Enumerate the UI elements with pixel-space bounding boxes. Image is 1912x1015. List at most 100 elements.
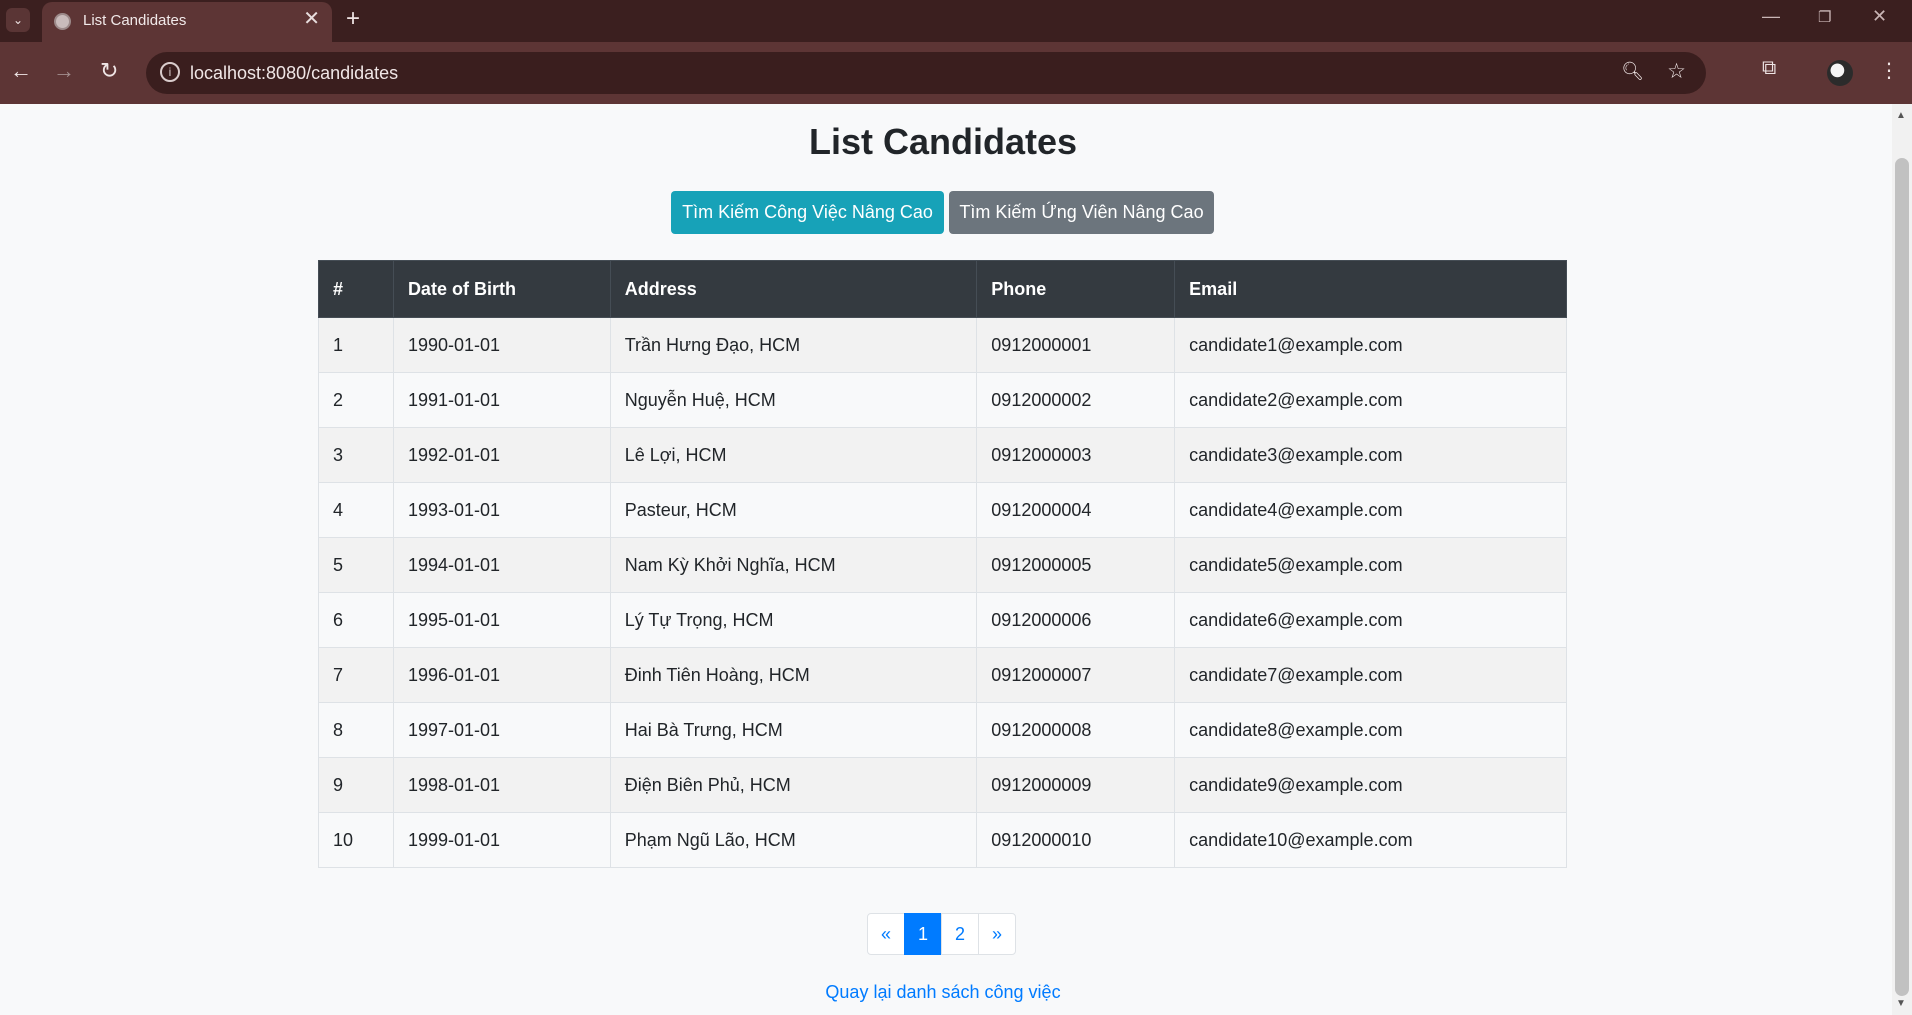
cell-dob: 1993-01-01 bbox=[392, 482, 611, 538]
cell-address: Nguyễn Huệ, HCM bbox=[609, 372, 978, 428]
globe-icon bbox=[54, 13, 71, 30]
pagination-page-2[interactable]: 2 bbox=[941, 913, 979, 955]
cell-address: Lê Lợi, HCM bbox=[609, 427, 978, 483]
page-scrollbar[interactable]: ▲ ▼ bbox=[1892, 104, 1912, 1015]
new-tab-button[interactable]: + bbox=[346, 5, 360, 33]
cell-email: candidate6@example.com bbox=[1174, 592, 1567, 648]
browser-tab-strip: ⌄ List Candidates ✕ + — ❐ ✕ bbox=[0, 0, 1912, 42]
cell-dob: 1995-01-01 bbox=[392, 592, 611, 648]
pagination-page-1[interactable]: 1 bbox=[904, 913, 942, 955]
cell-dob: 1996-01-01 bbox=[392, 647, 611, 703]
cell-dob: 1991-01-01 bbox=[392, 372, 611, 428]
pagination: « 1 2 » bbox=[867, 913, 1016, 955]
cell-address: Lý Tự Trọng, HCM bbox=[609, 592, 978, 648]
table-row: 9 1998-01-01 Điện Biên Phủ, HCM 0912000009 c… bbox=[318, 757, 1567, 813]
cell-phone: 0912000008 bbox=[976, 702, 1176, 758]
cell-phone: 0912000004 bbox=[976, 482, 1176, 538]
column-header-phone: Phone bbox=[976, 260, 1176, 318]
table-row: 3 1992-01-01 Lê Lợi, HCM 0912000003 candidat… bbox=[318, 427, 1567, 483]
cell-dob: 1998-01-01 bbox=[392, 757, 611, 813]
table-row: 10 1999-01-01 Phạm Ngũ Lão, HCM 0912000010 c… bbox=[318, 812, 1567, 868]
advanced-candidate-search-button[interactable]: Tìm Kiếm Ứng Viên Nâng Cao bbox=[949, 191, 1214, 234]
cell-address: Điện Biên Phủ, HCM bbox=[609, 757, 978, 813]
browser-toolbar: ← → ↻ i localhost:8080/candidates 🔍︎ ☆ bbox=[0, 42, 1912, 104]
cell-index: 6 bbox=[318, 592, 394, 648]
cell-address: Phạm Ngũ Lão, HCM bbox=[609, 812, 978, 868]
browser-tab[interactable]: List Candidates ✕ bbox=[42, 2, 332, 42]
cell-email: candidate2@example.com bbox=[1174, 372, 1567, 428]
cell-address: Đinh Tiên Hoàng, HCM bbox=[609, 647, 978, 703]
cell-email: candidate8@example.com bbox=[1174, 702, 1567, 758]
scroll-up-arrow-icon[interactable]: ▲ bbox=[1896, 110, 1906, 121]
table-row: 1 1990-01-01 Trần Hưng Đạo, HCM 0912000001 c… bbox=[318, 317, 1567, 373]
tab-title: List Candidates bbox=[83, 12, 187, 29]
cell-email: candidate5@example.com bbox=[1174, 537, 1567, 593]
cell-phone: 0912000002 bbox=[976, 372, 1176, 428]
cell-address: Hai Bà Trưng, HCM bbox=[609, 702, 978, 758]
column-header-dob: Date of Birth bbox=[392, 260, 611, 318]
cell-phone: 0912000009 bbox=[976, 757, 1176, 813]
restore-icon[interactable]: ❐ bbox=[1818, 8, 1831, 26]
cell-address: Nam Kỳ Khởi Nghĩa, HCM bbox=[609, 537, 978, 593]
cell-phone: 0912000003 bbox=[976, 427, 1176, 483]
cell-dob: 1990-01-01 bbox=[392, 317, 611, 373]
cell-email: candidate1@example.com bbox=[1174, 317, 1567, 373]
table-row: 4 1993-01-01 Pasteur, HCM 0912000004 candida… bbox=[318, 482, 1567, 538]
extensions-puzzle-icon[interactable]: ⧉ bbox=[1762, 57, 1776, 80]
browser-menu-icon[interactable]: ⋮ bbox=[1879, 58, 1899, 83]
zoom-icon[interactable]: 🔍︎ bbox=[1621, 61, 1644, 82]
site-info-icon[interactable]: i bbox=[160, 62, 180, 82]
url-text[interactable]: localhost:8080/candidates bbox=[190, 63, 398, 84]
close-tab-icon[interactable]: ✕ bbox=[303, 9, 320, 29]
cell-index: 5 bbox=[318, 537, 394, 593]
reload-icon[interactable]: ↻ bbox=[100, 58, 118, 84]
cell-phone: 0912000001 bbox=[976, 317, 1176, 373]
cell-email: candidate4@example.com bbox=[1174, 482, 1567, 538]
cell-index: 2 bbox=[318, 372, 394, 428]
pagination-next[interactable]: » bbox=[978, 913, 1016, 955]
table-row: 6 1995-01-01 Lý Tự Trọng, HCM 0912000006 can… bbox=[318, 592, 1567, 648]
forward-arrow-icon[interactable]: → bbox=[53, 58, 75, 84]
cell-index: 1 bbox=[318, 317, 394, 373]
cell-index: 4 bbox=[318, 482, 394, 538]
cell-dob: 1992-01-01 bbox=[392, 427, 611, 483]
table-row: 5 1994-01-01 Nam Kỳ Khởi Nghĩa, HCM 0912000… bbox=[318, 537, 1567, 593]
advanced-job-search-button[interactable]: Tìm Kiếm Công Việc Nâng Cao bbox=[671, 191, 944, 234]
cell-index: 10 bbox=[318, 812, 394, 868]
bookmark-star-icon[interactable]: ☆ bbox=[1667, 59, 1686, 84]
cell-email: candidate3@example.com bbox=[1174, 427, 1567, 483]
minimize-icon[interactable]: — bbox=[1762, 6, 1780, 27]
cell-dob: 1999-01-01 bbox=[392, 812, 611, 868]
table-header-row: # Date of Birth Address Phone Email bbox=[318, 260, 1567, 318]
back-arrow-icon[interactable]: ← bbox=[10, 58, 32, 84]
address-bar[interactable]: i localhost:8080/candidates 🔍︎ ☆ bbox=[146, 52, 1706, 94]
cell-index: 9 bbox=[318, 757, 394, 813]
cell-dob: 1994-01-01 bbox=[392, 537, 611, 593]
table-row: 8 1997-01-01 Hai Bà Trưng, HCM 0912000008 ca… bbox=[318, 702, 1567, 758]
cell-email: candidate9@example.com bbox=[1174, 757, 1567, 813]
table-body: 1 1990-01-01 Trần Hưng Đạo, HCM 0912000001 c… bbox=[318, 317, 1567, 868]
column-header-address: Address bbox=[609, 260, 978, 318]
tab-search-chevron-icon[interactable]: ⌄ bbox=[6, 8, 30, 32]
cell-phone: 0912000005 bbox=[976, 537, 1176, 593]
cell-index: 7 bbox=[318, 647, 394, 703]
page-title: List Candidates bbox=[808, 121, 1078, 162]
table-row: 2 1991-01-01 Nguyễn Huệ, HCM 0912000002 cand… bbox=[318, 372, 1567, 428]
cell-index: 8 bbox=[318, 702, 394, 758]
cell-dob: 1997-01-01 bbox=[392, 702, 611, 758]
window-close-icon[interactable]: ✕ bbox=[1872, 6, 1887, 27]
scroll-down-arrow-icon[interactable]: ▼ bbox=[1896, 998, 1906, 1009]
cell-address: Trần Hưng Đạo, HCM bbox=[609, 317, 978, 373]
table-row: 7 1996-01-01 Đinh Tiên Hoàng, HCM 091200000… bbox=[318, 647, 1567, 703]
cell-index: 3 bbox=[318, 427, 394, 483]
cell-address: Pasteur, HCM bbox=[609, 482, 978, 538]
cell-phone: 0912000006 bbox=[976, 592, 1176, 648]
profile-avatar[interactable] bbox=[1827, 60, 1853, 86]
cell-phone: 0912000007 bbox=[976, 647, 1176, 703]
scrollbar-thumb[interactable] bbox=[1895, 158, 1909, 996]
cell-phone: 0912000010 bbox=[976, 812, 1176, 868]
back-to-jobs-link[interactable]: Quay lại danh sách công việc bbox=[0, 982, 1886, 1003]
cell-email: candidate10@example.com bbox=[1174, 812, 1567, 868]
cell-email: candidate7@example.com bbox=[1174, 647, 1567, 703]
pagination-prev[interactable]: « bbox=[867, 913, 905, 955]
